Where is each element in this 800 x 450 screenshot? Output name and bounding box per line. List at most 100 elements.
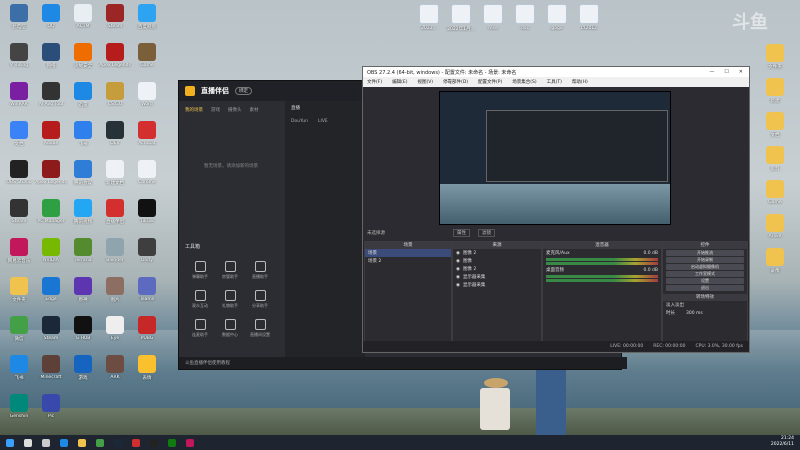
source-item[interactable]: ◉ 图像 2 <box>453 249 541 257</box>
menu-profile[interactable]: 配置文件(P) <box>478 79 502 85</box>
desktop-icon[interactable]: Chrome <box>130 160 164 192</box>
desktop-icon[interactable]: 迅雷 <box>66 82 100 114</box>
source-item[interactable]: ◉ 显示器采集 <box>453 273 541 281</box>
edge-icon[interactable] <box>60 438 68 447</box>
studio-mode-button[interactable]: 工作室模式 <box>666 271 744 277</box>
desktop-file-icon[interactable]: mse <box>476 4 510 36</box>
maximize-button[interactable]: ☐ <box>724 69 728 75</box>
desktop-icon[interactable]: Apex Legends <box>34 160 68 192</box>
desktop-icon[interactable]: QQ <box>34 4 68 36</box>
music-icon[interactable] <box>186 438 194 447</box>
desktop-icon[interactable]: Eye <box>98 316 132 348</box>
wechat-icon[interactable] <box>96 438 104 447</box>
scene-item[interactable]: 场景 <box>365 249 451 257</box>
desktop-file-icon[interactable]: 2022年1月... <box>444 4 478 36</box>
properties-button[interactable]: 属性 <box>453 229 470 237</box>
desktop-icon[interactable]: OBS Studio <box>2 160 36 192</box>
obs-titlebar[interactable]: OBS 27.2.4 (64-bit, windows) - 配置文件: 未命名… <box>363 67 749 77</box>
scene-item[interactable]: 场景 2 <box>365 257 451 265</box>
menu-view[interactable]: 视图(V) <box>417 79 433 85</box>
desktop-icon[interactable]: AI Avg Tool <box>34 82 68 114</box>
source-item[interactable]: ◉ 显示器采集 <box>453 281 541 289</box>
companion-status[interactable]: 斗鱼直播伴侣使用教程 <box>179 357 627 369</box>
desktop-icon[interactable]: 原神 <box>66 277 100 309</box>
tool-gift[interactable]: 礼物助手 <box>215 290 245 309</box>
desktop-icon[interactable]: Steam <box>2 199 36 231</box>
filters-button[interactable]: 滤镜 <box>478 229 495 237</box>
tool-data[interactable]: 数据中心 <box>215 319 245 338</box>
virtual-camera-button[interactable]: 启动虚拟摄像机 <box>666 264 744 270</box>
desktop-icon[interactable]: Minecraft <box>34 355 68 387</box>
transition-select[interactable]: 淡入淡出 <box>663 301 747 309</box>
start-icon[interactable] <box>6 438 14 447</box>
desktop-icon[interactable]: 飞书 <box>2 355 36 387</box>
desktop-folder-icon[interactable]: 文件夹 <box>758 44 792 76</box>
eye-icon[interactable]: ◉ <box>456 275 460 280</box>
desktop-icon[interactable]: ARK <box>98 355 132 387</box>
start-recording-button[interactable]: 开始录制 <box>666 257 744 263</box>
desktop-icon[interactable]: Edge <box>34 277 68 309</box>
source-item[interactable]: ◉ 图像 <box>453 257 541 265</box>
tool-share[interactable]: 分享助手 <box>245 290 275 309</box>
tool-mic[interactable]: 连麦助手 <box>185 319 215 338</box>
desktop-icon[interactable]: 新建文档 <box>98 160 132 192</box>
obs-window[interactable]: OBS 27.2.4 (64-bit, windows) - 配置文件: 未命名… <box>362 66 750 353</box>
desktop-icon[interactable]: 飞书 <box>66 121 100 153</box>
tool-room-admin[interactable]: 房管助手 <box>215 261 245 280</box>
tool-danmu[interactable]: 弹幕助手 <box>185 261 215 280</box>
desktop-icon[interactable]: Adobe <box>34 121 68 153</box>
desktop-folder-icon[interactable]: 文档 <box>758 112 792 144</box>
desktop-icon[interactable]: Steam <box>98 4 132 36</box>
obs-preview-canvas[interactable] <box>439 91 671 225</box>
tab-material[interactable]: 素材 <box>250 107 259 113</box>
desktop-icon[interactable]: 网易云音乐 <box>2 238 36 270</box>
desktop-icon[interactable]: Terraria <box>66 238 100 270</box>
tab-camera[interactable]: 摄像头 <box>228 107 242 113</box>
eye-icon[interactable]: ◉ <box>456 267 460 272</box>
menu-edit[interactable]: 编辑(E) <box>392 79 407 85</box>
desktop-icon[interactable]: 表情 <box>130 355 164 387</box>
desktop-icon[interactable]: 百度网盘 <box>130 4 164 36</box>
desktop-icon[interactable]: PC Manager <box>34 199 68 231</box>
obs-task-icon[interactable] <box>150 438 158 447</box>
desktop-icon[interactable]: CS:GO <box>98 82 132 114</box>
tool-live-assist[interactable]: 直播助手 <box>245 261 275 280</box>
eye-icon[interactable]: ◉ <box>456 259 460 264</box>
desktop-icon[interactable]: V Rising <box>2 43 36 75</box>
desktop-icon[interactable]: Genshin <box>2 394 36 426</box>
desktop-icon[interactable]: Steam <box>34 316 68 348</box>
mid-tab-douyun[interactable]: DouYun <box>291 119 308 124</box>
desktop-icon[interactable]: G HUB <box>66 316 100 348</box>
desktop-file-icon[interactable]: 2022... <box>412 4 446 36</box>
menu-docks[interactable]: 停靠部件(D) <box>443 79 468 85</box>
desktop-file-icon[interactable]: gogo <box>540 4 574 36</box>
exit-button[interactable]: 退出 <box>666 285 744 291</box>
companion-badge[interactable]: 绑定 <box>235 87 252 95</box>
tool-room-settings[interactable]: 直播间设置 <box>245 319 275 338</box>
desktop-icon[interactable]: 腾讯会议 <box>66 160 100 192</box>
desktop-icon[interactable]: 文档 <box>2 121 36 153</box>
eye-icon[interactable]: ◉ <box>456 283 460 288</box>
start-streaming-button[interactable]: 开始推流 <box>666 250 744 256</box>
desktop-file-icon[interactable]: doc <box>508 4 542 36</box>
desktop-icon[interactable]: Acrobat <box>130 121 164 153</box>
desktop-icon[interactable]: 文件夹 <box>2 277 36 309</box>
close-button[interactable]: ✕ <box>739 69 743 75</box>
desktop-folder-icon[interactable]: 录像 <box>758 248 792 280</box>
minimize-button[interactable]: — <box>709 69 714 75</box>
desktop-icon[interactable]: Word <box>130 82 164 114</box>
desktop-icon[interactable]: 微信 <box>2 316 36 348</box>
mid-tab-live[interactable]: LIVE <box>318 119 328 124</box>
eye-icon[interactable]: ◉ <box>456 251 460 256</box>
desktop-icon[interactable]: 火绒安全 <box>66 43 100 75</box>
desktop-icon[interactable]: ACTM <box>66 4 100 36</box>
desktop-folder-icon[interactable]: 资料 <box>758 146 792 178</box>
desktop-icon[interactable]: Game <box>130 43 164 75</box>
system-clock[interactable]: 21:24 2022/6/11 <box>771 436 794 448</box>
settings-button[interactable]: 设置 <box>666 278 744 284</box>
steam-icon[interactable] <box>114 438 122 447</box>
desktop-folder-icon[interactable]: 新建 <box>758 78 792 110</box>
menu-help[interactable]: 帮助(H) <box>572 79 588 85</box>
menu-tools[interactable]: 工具(T) <box>547 79 562 85</box>
menu-scene-collection[interactable]: 场景集合(S) <box>512 79 536 85</box>
